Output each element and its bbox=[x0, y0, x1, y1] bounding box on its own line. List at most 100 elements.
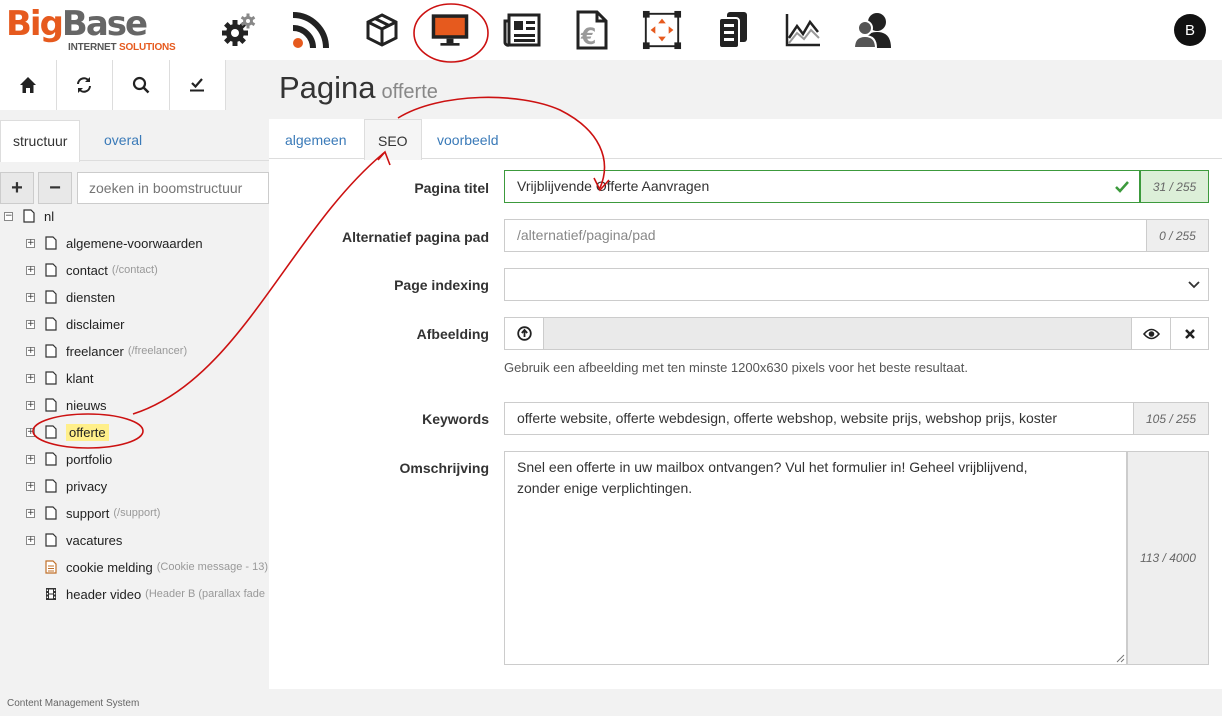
expand-toggle[interactable]: + bbox=[26, 427, 35, 437]
bigbase-logo[interactable]: BigBase INTERNET SOLUTIONS bbox=[6, 6, 176, 56]
monitor-icon[interactable] bbox=[430, 10, 470, 50]
tab-overall[interactable]: overal bbox=[92, 120, 154, 161]
tree-item[interactable]: + algemene-voorwaarden bbox=[26, 233, 207, 253]
expand-toggle[interactable]: + bbox=[26, 319, 35, 329]
page-icon bbox=[45, 371, 57, 385]
image-label: Afbeelding bbox=[416, 326, 489, 342]
tab-structure[interactable]: structuur bbox=[0, 120, 81, 162]
page-icon bbox=[45, 290, 57, 304]
remove-image-button[interactable] bbox=[1170, 317, 1209, 350]
tree-item[interactable]: + freelancer (/freelancer) bbox=[26, 341, 187, 361]
keywords-label: Keywords bbox=[422, 411, 489, 427]
expand-toggle[interactable]: + bbox=[26, 373, 35, 383]
tab-preview[interactable]: voorbeeld bbox=[437, 119, 499, 159]
page-title-input[interactable]: Vrijblijvende Offerte Aanvragen bbox=[504, 170, 1140, 203]
page-title: Pagina offerte bbox=[279, 70, 438, 106]
tree-item-label: portfolio bbox=[66, 451, 113, 467]
resize-grip-icon[interactable] bbox=[1116, 654, 1125, 663]
preview-image-button[interactable] bbox=[1131, 317, 1171, 350]
tree-item-label: vacatures bbox=[66, 532, 123, 548]
tree-item[interactable]: + portfolio bbox=[26, 449, 116, 469]
tree-search-input[interactable] bbox=[77, 172, 269, 204]
page-indexing-label: Page indexing bbox=[394, 277, 489, 293]
tree-item-label: diensten bbox=[66, 289, 116, 305]
tree-item[interactable]: + privacy bbox=[26, 476, 111, 496]
tree-item[interactable]: + contact (/contact) bbox=[26, 260, 158, 280]
upload-icon bbox=[517, 326, 532, 341]
title-counter: 31 / 255 bbox=[1140, 170, 1209, 203]
page-title-label: Pagina titel bbox=[414, 180, 489, 196]
users-icon[interactable] bbox=[853, 10, 893, 50]
expand-toggle[interactable]: + bbox=[26, 481, 35, 491]
expand-toggle[interactable]: + bbox=[26, 346, 35, 356]
home-button[interactable] bbox=[0, 60, 57, 110]
tree-item[interactable]: + disclaimer bbox=[26, 314, 129, 334]
expand-toggle[interactable]: + bbox=[26, 535, 35, 545]
keywords-input[interactable]: offerte website, offerte webdesign, offe… bbox=[504, 402, 1134, 435]
checklist-button[interactable] bbox=[169, 60, 226, 110]
chart-icon[interactable] bbox=[783, 10, 823, 50]
tree-item[interactable]: + diensten bbox=[26, 287, 119, 307]
expand-toggle[interactable]: + bbox=[26, 400, 35, 410]
left-panel: structuur overal + − − nl + algemene-voor… bbox=[0, 60, 269, 690]
gear-icon[interactable] bbox=[218, 10, 258, 50]
film-icon bbox=[46, 588, 56, 600]
page-icon bbox=[23, 209, 35, 223]
alt-path-counter: 0 / 255 bbox=[1147, 219, 1209, 252]
page-tabs: algemeen SEO voorbeeld bbox=[269, 119, 1222, 160]
tree-item[interactable]: + vacatures bbox=[26, 530, 126, 550]
left-toolbar bbox=[0, 60, 226, 110]
page-icon bbox=[45, 344, 57, 358]
tree-item-element[interactable]: cookie melding (Cookie message - 13) bbox=[45, 557, 268, 577]
tree-item-path: (/support) bbox=[113, 507, 161, 519]
tree-item-label: support bbox=[66, 505, 110, 521]
user-avatar[interactable]: B bbox=[1174, 14, 1206, 46]
euro-doc-icon[interactable]: € bbox=[572, 10, 612, 50]
page-icon bbox=[45, 317, 57, 331]
page-icon bbox=[45, 263, 57, 277]
search-button[interactable] bbox=[113, 60, 170, 110]
eye-icon bbox=[1143, 328, 1160, 340]
logo-sub-accent: SOLUTIONS bbox=[118, 42, 176, 53]
expand-toggle[interactable]: + bbox=[26, 292, 35, 302]
tree-root[interactable]: − nl bbox=[4, 206, 54, 226]
tree-item-path: (Header B (parallax fade bbox=[145, 588, 266, 600]
server-icon[interactable] bbox=[713, 10, 753, 50]
tree-item-label: klant bbox=[66, 370, 94, 386]
page-indexing-select[interactable] bbox=[504, 268, 1209, 301]
add-node-button[interactable]: + bbox=[0, 172, 34, 204]
expand-toggle[interactable]: + bbox=[26, 265, 35, 275]
chevron-down-icon bbox=[1188, 281, 1200, 289]
alt-path-input[interactable]: /alternatief/pagina/pad bbox=[504, 219, 1147, 252]
newspaper-icon[interactable] bbox=[502, 10, 542, 50]
box-icon[interactable] bbox=[362, 10, 402, 50]
tab-seo[interactable]: SEO bbox=[364, 119, 422, 160]
rss-icon[interactable] bbox=[291, 10, 331, 50]
page-icon bbox=[45, 533, 57, 547]
resize-icon[interactable] bbox=[642, 10, 682, 50]
tree-item-element[interactable]: header video (Header B (parallax fade bbox=[45, 584, 265, 604]
tree-item[interactable]: + support (/support) bbox=[26, 503, 160, 523]
expand-toggle[interactable]: + bbox=[26, 454, 35, 464]
tree-item[interactable]: + offerte bbox=[26, 422, 113, 442]
tree-item-label: offerte bbox=[66, 423, 109, 441]
tree-item-label: disclaimer bbox=[66, 316, 125, 332]
tree-item[interactable]: + klant bbox=[26, 368, 97, 388]
logo-sub: INTERNET bbox=[68, 42, 119, 53]
upload-image-button[interactable] bbox=[504, 317, 544, 350]
remove-node-button[interactable]: − bbox=[38, 172, 72, 204]
search-icon bbox=[132, 76, 150, 94]
page-icon bbox=[45, 479, 57, 493]
tree-tabs: structuur overal bbox=[0, 120, 269, 162]
expand-toggle[interactable]: + bbox=[26, 238, 35, 248]
tab-general[interactable]: algemeen bbox=[285, 119, 347, 159]
refresh-button[interactable] bbox=[56, 60, 113, 110]
expand-toggle[interactable]: + bbox=[26, 508, 35, 518]
page-icon bbox=[45, 506, 57, 520]
alt-path-label: Alternatief pagina pad bbox=[341, 229, 489, 245]
tree-item-path: (/contact) bbox=[111, 264, 158, 276]
collapse-toggle[interactable]: − bbox=[4, 211, 13, 221]
description-textarea[interactable]: Snel een offerte in uw mailbox ontvangen… bbox=[504, 451, 1127, 665]
image-path-field bbox=[543, 317, 1132, 350]
tree-item[interactable]: + nieuws bbox=[26, 395, 110, 415]
